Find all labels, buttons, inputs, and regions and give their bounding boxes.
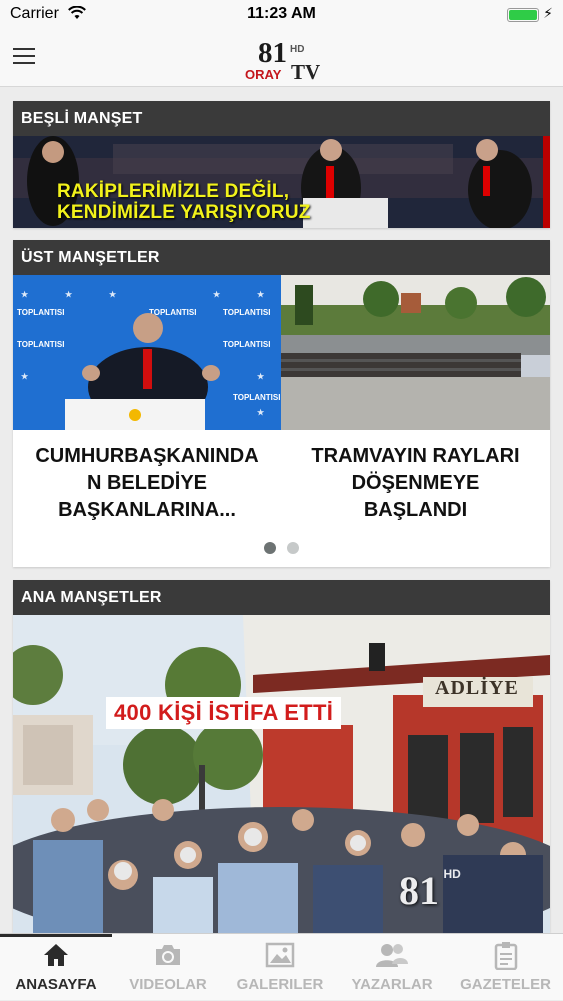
besli-manset-image[interactable]: RAKİPLERİMİZLE DEĞİL, KENDİMİZLE YARIŞIY…: [13, 136, 550, 228]
charging-icon: ⚡: [543, 5, 553, 21]
ust-manset-item[interactable]: ★ ★ ★ ★ ★ ★ ★ ★ TOPLANTISI TOPLANTISI TOPLANTI…: [13, 275, 281, 530]
ust-manset-headline: CUMHURBAŞKANINDA N BELEDİYE BAŞKANLARINA…: [13, 443, 281, 524]
headline-line: N BELEDİYE: [86, 472, 208, 494]
tab-gazeteler[interactable]: GAZETELER: [448, 934, 563, 1001]
bottom-tab-bar: ANASAYFA VIDEOLAR GALERILER YAZARLAR GAZ…: [0, 933, 563, 1000]
headline-line: BAŞLANDI: [363, 499, 468, 521]
svg-text:TOPLANTISI: TOPLANTISI: [223, 340, 270, 349]
besli-caption: RAKİPLERİMİZLE DEĞİL, KENDİMİZLE YARIŞIY…: [57, 181, 311, 223]
headline-line: TRAMVAYIN RAYLARI: [311, 445, 520, 467]
svg-text:★: ★: [21, 290, 29, 299]
svg-text:TOPLANTISI: TOPLANTISI: [223, 308, 270, 317]
svg-text:★: ★: [213, 290, 221, 299]
podium-photo: ★ ★ ★ ★ ★ ★ ★ ★ TOPLANTISI TOPLANTISI TOPLANTI…: [13, 275, 281, 430]
svg-text:★: ★: [257, 408, 265, 417]
svg-text:TOPLANTISI: TOPLANTISI: [233, 393, 280, 402]
tab-label: GALERILER: [236, 976, 324, 993]
page-dot[interactable]: [286, 542, 299, 554]
ana-mansetler-card: ANA MANŞETLER 400 KİŞİ İSTİFA ETTİ ADLİY…: [13, 580, 550, 933]
oray-tv-logo: 81 HD ORAY TV: [245, 37, 320, 82]
tab-galeriler[interactable]: GALERILER: [224, 934, 336, 1001]
headline-line: CUMHURBAŞKANINDA: [35, 445, 259, 467]
ust-manset-item[interactable]: TRAMVAYIN RAYLARI DÖŞENMEYE BAŞLANDI: [281, 275, 550, 530]
watermark-hd: HD: [443, 867, 461, 881]
section-title: ÜST MANŞETLER: [13, 240, 550, 275]
headline-line: DÖŞENMEYE: [351, 472, 480, 494]
home-icon: [44, 944, 68, 966]
svg-text:TOPLANTISI: TOPLANTISI: [17, 308, 64, 317]
hamburger-menu-icon[interactable]: [13, 47, 35, 65]
writers-icon: [376, 944, 408, 967]
battery-icon: [507, 8, 539, 22]
tab-anasayfa[interactable]: ANASAYFA: [0, 934, 112, 1001]
clock: 11:23 AM: [247, 5, 316, 22]
status-bar: Carrier 11:23 AM ⚡: [0, 0, 563, 30]
svg-text:★: ★: [65, 290, 73, 299]
tab-videolar[interactable]: VIDEOLAR: [112, 934, 224, 1001]
gallery-icon: [265, 942, 295, 968]
svg-text:★: ★: [257, 290, 265, 299]
svg-text:HD: HD: [290, 44, 304, 55]
svg-text:★: ★: [257, 372, 265, 381]
building-sign: ADLİYE: [435, 677, 519, 699]
ust-manset-headline: TRAMVAYIN RAYLARI DÖŞENMEYE BAŞLANDI: [281, 443, 550, 524]
newspaper-icon: [494, 942, 517, 970]
tram-rails-photo: [281, 275, 550, 430]
svg-text:ORAY: ORAY: [245, 67, 282, 82]
tab-label: VIDEOLAR: [129, 976, 207, 993]
svg-text:★: ★: [21, 372, 29, 381]
caption-line-1: RAKİPLERİMİZLE DEĞİL,: [57, 181, 290, 202]
headline-line: BAŞKANLARINA...: [58, 499, 236, 521]
ana-caption: 400 KİŞİ İSTİFA ETTİ: [106, 697, 342, 729]
svg-text:TV: TV: [291, 60, 320, 82]
navigation-bar: 81 HD ORAY TV: [0, 30, 563, 87]
tab-yazarlar[interactable]: YAZARLAR: [336, 934, 448, 1001]
section-title: BEŞLİ MANŞET: [13, 101, 550, 136]
page-dot-active[interactable]: [264, 542, 277, 554]
besli-manset-card: BEŞLİ MANŞET RAKİPLERİMİZLE DEĞİL, KENDİ…: [13, 101, 550, 228]
tab-label: ANASAYFA: [15, 976, 97, 993]
page-indicator[interactable]: [13, 541, 550, 559]
caption-line-2: KENDİMİZLE YARIŞIYORUZ: [57, 202, 311, 223]
channel-watermark: 81 HD: [399, 867, 461, 914]
tab-label: YAZARLAR: [351, 976, 433, 993]
watermark-number: 81: [399, 868, 439, 913]
ust-mansetler-card: ÜST MANŞETLER ★ ★ ★ ★ ★ ★ ★ ★ TOPLANTISI TOPLA…: [13, 240, 550, 567]
svg-text:81: 81: [258, 37, 287, 69]
ana-manset-image[interactable]: 400 KİŞİ İSTİFA ETTİ ADLİYE 81 HD: [13, 615, 550, 933]
svg-text:★: ★: [109, 290, 117, 299]
tab-label: GAZETELER: [460, 976, 551, 993]
camera-icon: [156, 945, 180, 965]
svg-text:TOPLANTISI: TOPLANTISI: [17, 340, 64, 349]
section-title: ANA MANŞETLER: [13, 580, 550, 615]
protest-crowd-photo: [13, 615, 550, 933]
